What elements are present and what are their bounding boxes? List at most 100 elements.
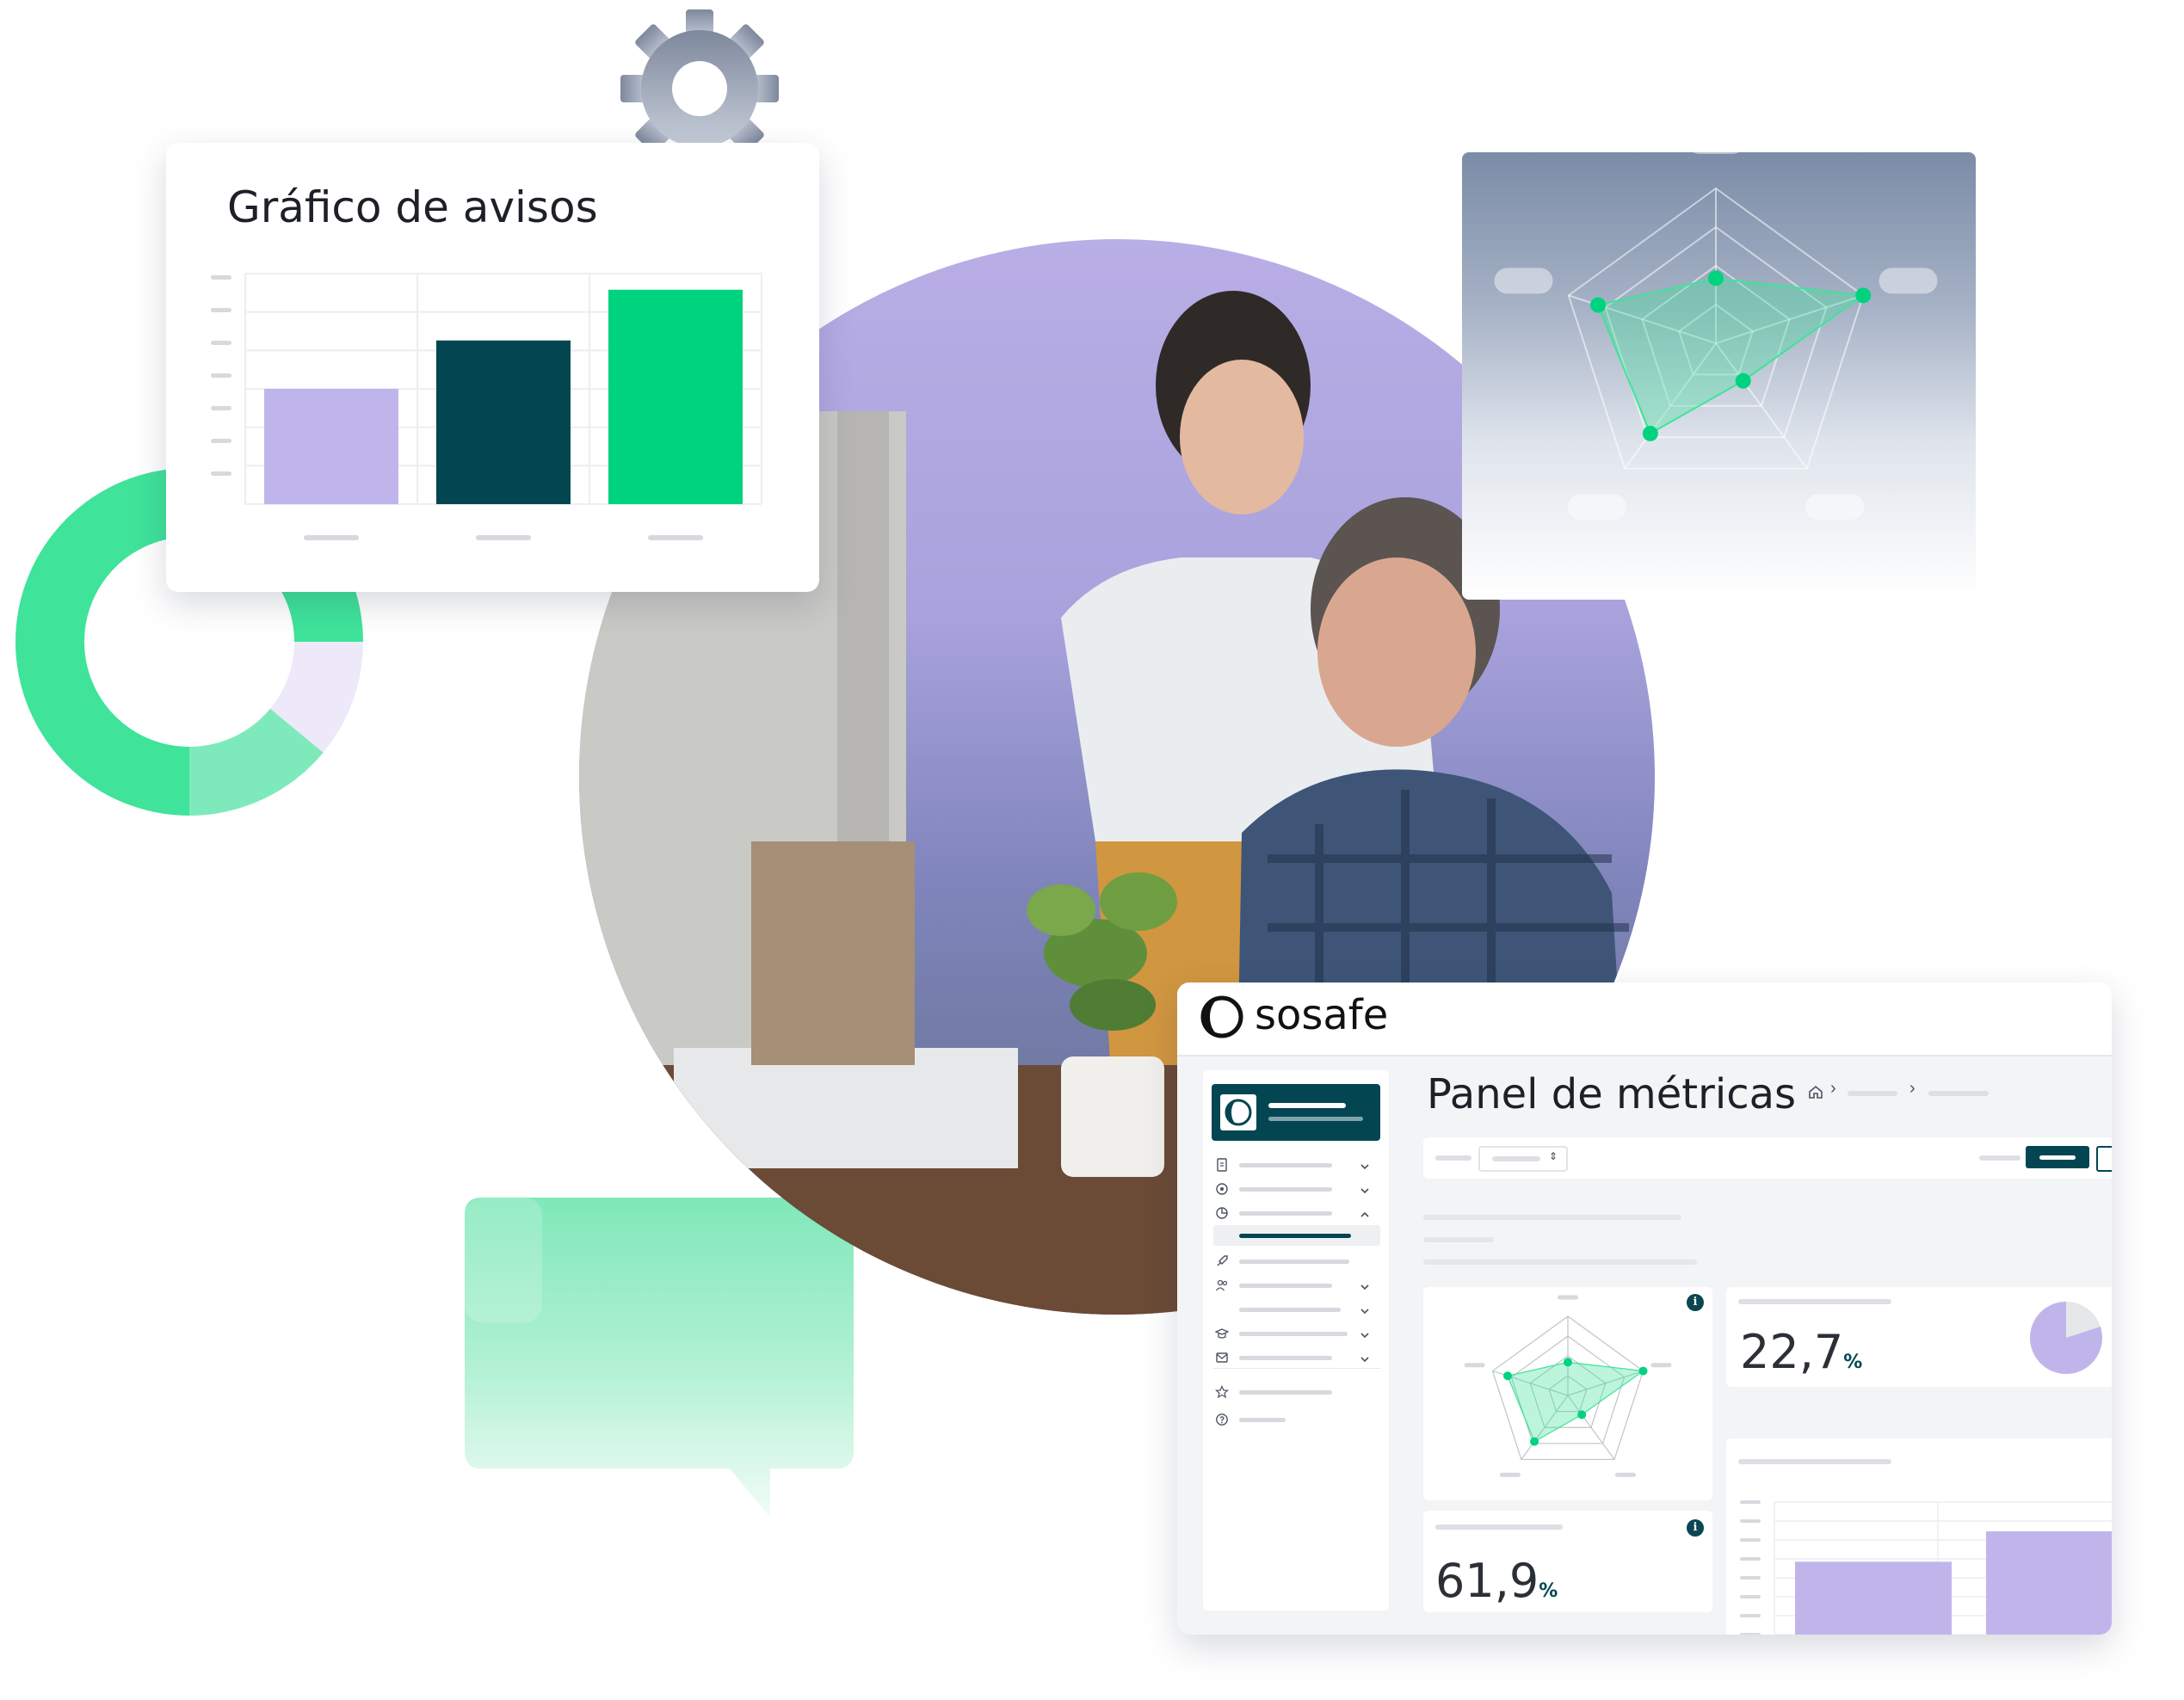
warning-chart-card: Gráfico de avisos — [166, 143, 819, 592]
stat-value-2: 61,9% — [1435, 1554, 1558, 1608]
y-tick-label — [1740, 1576, 1761, 1580]
secondary-button[interactable] — [2096, 1146, 2112, 1172]
y-tick-label — [1740, 1519, 1761, 1523]
mini-pie-chart — [2030, 1302, 2102, 1374]
filter-select[interactable]: ⇕ — [1478, 1146, 1568, 1172]
radar-axis-label — [1805, 494, 1865, 520]
y-tick-label — [211, 373, 231, 378]
radar-panel: i — [1423, 1287, 1712, 1500]
help-icon — [1215, 1413, 1229, 1426]
sidebar-item[interactable] — [1203, 1407, 1384, 1432]
radar-point — [1590, 297, 1607, 313]
radar-point — [1708, 270, 1724, 286]
sidebar-item[interactable] — [1203, 1273, 1384, 1297]
bar-panel — [1726, 1438, 2112, 1635]
dashboard-window: sosafe Panel de métricas › › ⇕ i 22,7% i… — [1177, 982, 2112, 1635]
stat-value-1: 22,7% — [1740, 1325, 1863, 1379]
brand-name: sosafe — [1255, 991, 1389, 1039]
document-icon — [1215, 1158, 1229, 1172]
chevron-up-icon — [1360, 1208, 1370, 1223]
select-caret-icon: ⇕ — [1549, 1150, 1558, 1162]
stat-panel-1: 22,7% — [1726, 1287, 2112, 1387]
filter-bar: ⇕ — [1423, 1137, 2112, 1179]
breadcrumb-separator: › — [1909, 1079, 1916, 1098]
mail-icon — [1215, 1351, 1229, 1364]
sidebar-item[interactable] — [1203, 1153, 1384, 1177]
radar-point — [1638, 1366, 1648, 1376]
y-tick-label — [1740, 1557, 1761, 1561]
y-tick-label — [211, 406, 231, 410]
y-tick-label — [211, 341, 231, 345]
info-icon[interactable]: i — [1687, 1519, 1704, 1537]
sidebar-item[interactable] — [1203, 1201, 1384, 1225]
y-tick-label — [1740, 1538, 1761, 1542]
dashboard-header: sosafe — [1177, 982, 2112, 1056]
bar — [264, 389, 398, 504]
home-icon[interactable] — [1808, 1084, 1823, 1099]
chevron-down-icon — [1360, 1328, 1370, 1344]
chevron-down-icon — [1360, 1280, 1370, 1296]
sidebar-item[interactable] — [1203, 1380, 1384, 1404]
info-icon[interactable]: i — [1687, 1294, 1704, 1311]
rocket-icon — [1215, 1254, 1229, 1268]
radar-axis-label — [1494, 268, 1553, 294]
y-tick-label — [211, 471, 231, 476]
star-icon — [1214, 1385, 1230, 1399]
radar-axis-label — [1879, 268, 1938, 294]
bar — [436, 340, 571, 504]
sidebar — [1203, 1070, 1389, 1611]
radar-point — [1503, 1371, 1513, 1381]
chevron-down-icon — [1360, 1160, 1370, 1175]
radar-axis-label — [1567, 494, 1626, 520]
y-tick-label — [1740, 1614, 1761, 1617]
sidebar-subitem-active[interactable] — [1213, 1225, 1380, 1246]
bar — [1795, 1561, 1952, 1635]
primary-button[interactable] — [2026, 1146, 2089, 1168]
radar-point — [1642, 425, 1658, 441]
sidebar-item[interactable] — [1203, 1297, 1384, 1321]
y-tick-label — [1740, 1633, 1761, 1635]
sidebar-item[interactable] — [1203, 1346, 1384, 1370]
radar-point — [1855, 287, 1872, 304]
x-tick-label — [304, 535, 359, 540]
radar-point — [1735, 373, 1751, 389]
sidebar-item[interactable] — [1203, 1321, 1384, 1346]
x-tick-label — [476, 535, 531, 540]
org-switcher[interactable] — [1212, 1084, 1380, 1141]
radar-axis-label — [1693, 152, 1739, 154]
sidebar-item[interactable] — [1203, 1177, 1384, 1201]
radar-axis-label — [1464, 1363, 1485, 1368]
bar — [1986, 1531, 2112, 1635]
radar-point — [1577, 1410, 1587, 1420]
y-tick-label — [1740, 1500, 1761, 1504]
chevron-down-icon — [1360, 1352, 1370, 1368]
chevron-down-icon — [1360, 1304, 1370, 1320]
graduation-icon — [1214, 1327, 1230, 1340]
bar — [608, 289, 743, 504]
radar-card — [1462, 152, 1976, 600]
y-tick-label — [1740, 1595, 1761, 1598]
org-avatar-icon — [1220, 1094, 1256, 1130]
y-tick-label — [211, 308, 231, 312]
y-tick-label — [211, 439, 231, 443]
breadcrumb: › › — [1808, 1079, 2006, 1105]
radar-axis-label — [1499, 1472, 1521, 1477]
sidebar-item[interactable] — [1203, 1249, 1384, 1273]
y-tick-label — [211, 275, 231, 280]
page-title: Panel de métricas — [1427, 1070, 1796, 1118]
radar-axis-label — [1558, 1295, 1578, 1300]
radar-point — [1530, 1437, 1539, 1446]
x-tick-label — [648, 535, 703, 540]
breadcrumb-separator: › — [1830, 1079, 1836, 1098]
radar-point — [1564, 1358, 1572, 1367]
sosafe-logo-icon — [1200, 995, 1243, 1038]
stat-panel-2: i 61,9% — [1423, 1511, 1712, 1612]
users-icon — [1215, 1278, 1229, 1292]
radar-axis-label — [1650, 1363, 1672, 1368]
sidebar-divider — [1213, 1368, 1380, 1369]
speech-bubble — [465, 1198, 856, 1520]
chevron-down-icon — [1360, 1184, 1370, 1199]
chart-icon — [1215, 1206, 1229, 1220]
radar-area — [1596, 277, 1866, 435]
target-icon — [1215, 1182, 1229, 1196]
